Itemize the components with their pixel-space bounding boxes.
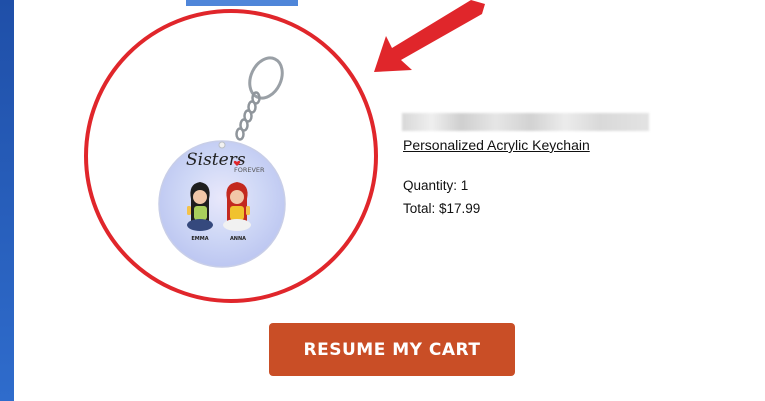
arrow-icon — [374, 0, 485, 72]
product-image[interactable]: Sisters FOREVER EMMA ANNA — [158, 54, 288, 272]
quantity-text: Quantity: 1 — [403, 178, 469, 193]
product-name-link[interactable]: Personalized Acrylic Keychain — [403, 137, 590, 153]
total-price-text: Total: $17.99 — [403, 201, 481, 216]
top-accent-bar — [186, 0, 298, 6]
keychain-subtitle-text: FOREVER — [234, 166, 265, 174]
girl-right-figure — [223, 182, 251, 231]
blurred-customer-name — [402, 113, 649, 131]
name-left-text: EMMA — [191, 236, 208, 242]
name-right-text: ANNA — [230, 236, 246, 242]
resume-cart-button[interactable]: RESUME MY CART — [269, 323, 515, 376]
